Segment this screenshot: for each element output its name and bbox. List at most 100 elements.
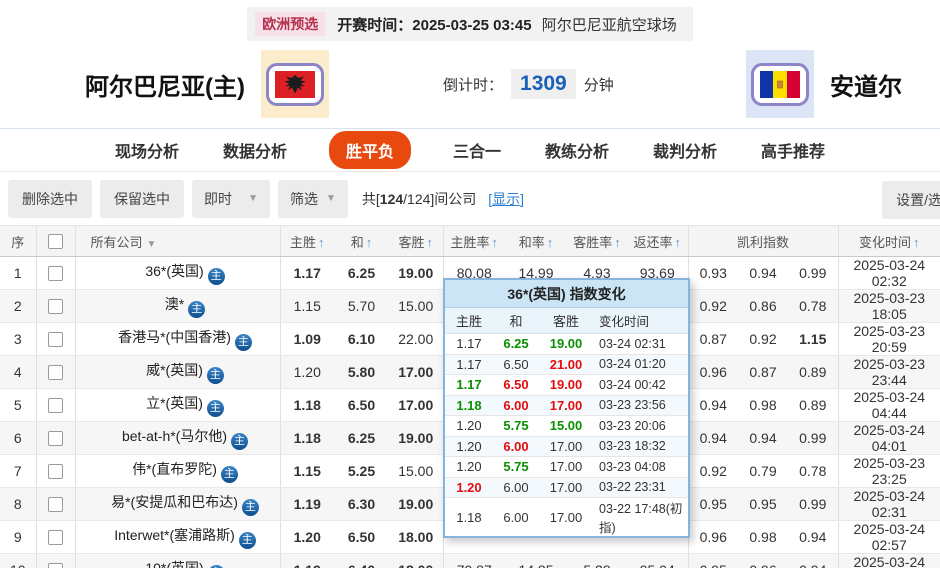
nav-tab[interactable]: 裁判分析: [651, 131, 719, 169]
col-change-time[interactable]: 变化时间↑: [838, 226, 940, 257]
odds-cell[interactable]: 5.80: [334, 356, 389, 389]
odds-cell[interactable]: 6.50: [334, 389, 389, 422]
odds-cell[interactable]: 1.15: [280, 290, 334, 323]
primary-company-icon: 主: [188, 301, 205, 318]
odds-cell[interactable]: 6.50: [334, 521, 389, 554]
change-time-cell: 2025-03-24 02:42: [838, 554, 940, 568]
settings-button[interactable]: 设置/选: [882, 181, 940, 219]
odds-cell[interactable]: 18.00: [389, 554, 443, 568]
odds-cell[interactable]: 17.00: [389, 389, 443, 422]
row-seq: 8: [0, 488, 36, 521]
odds-cell[interactable]: 6.30: [334, 488, 389, 521]
col-company[interactable]: 所有公司▼: [75, 226, 280, 257]
odds-cell[interactable]: 1.09: [280, 323, 334, 356]
company-name[interactable]: bet-at-h*(马尔他)主: [75, 422, 280, 455]
odds-cell[interactable]: 6.25: [334, 422, 389, 455]
nav-tab[interactable]: 教练分析: [543, 131, 611, 169]
company-name[interactable]: 立*(英国)主: [75, 389, 280, 422]
odds-cell[interactable]: 19.00: [389, 422, 443, 455]
odds-cell[interactable]: 1.19: [280, 488, 334, 521]
company-name[interactable]: 10*(英国)主: [75, 554, 280, 568]
kelly-cell: 0.78: [788, 290, 838, 323]
row-checkbox[interactable]: [48, 332, 63, 347]
odds-cell[interactable]: 1.19: [280, 554, 334, 568]
kelly-cell: 0.92: [688, 290, 738, 323]
row-checkbox[interactable]: [48, 398, 63, 413]
show-link[interactable]: [显示]: [488, 189, 524, 209]
venue-name: 阿尔巴尼亚航空球场: [542, 17, 677, 34]
col-away-odds[interactable]: 客胜↑: [389, 226, 443, 257]
row-checkbox[interactable]: [48, 431, 63, 446]
filter-dropdown[interactable]: 筛选 ▼: [278, 180, 348, 218]
company-name[interactable]: 香港马*(中国香港)主: [75, 323, 280, 356]
row-checkbox[interactable]: [48, 299, 63, 314]
row-select: [36, 521, 75, 554]
odds-cell[interactable]: 6.10: [334, 323, 389, 356]
company-name[interactable]: 澳*主: [75, 290, 280, 323]
company-name[interactable]: 威*(英国)主: [75, 356, 280, 389]
page: 欧洲预选 开赛时间：2025-03-25 03:45 阿尔巴尼亚航空球场 阿尔巴…: [0, 0, 940, 568]
row-checkbox[interactable]: [48, 464, 63, 479]
odds-cell[interactable]: 19.00: [389, 257, 443, 290]
match-info-strip: 欧洲预选 开赛时间：2025-03-25 03:45 阿尔巴尼亚航空球场: [247, 7, 692, 41]
col-home-odds[interactable]: 主胜↑: [280, 226, 334, 257]
company-name[interactable]: 36*(英国)主: [75, 257, 280, 290]
match-info-bar: 欧洲预选 开赛时间：2025-03-25 03:45 阿尔巴尼亚航空球场: [0, 0, 940, 40]
select-all-checkbox[interactable]: [48, 234, 63, 249]
odds-cell[interactable]: 1.15: [280, 455, 334, 488]
odds-cell[interactable]: 15.00: [389, 290, 443, 323]
sort-up-icon: ↑: [913, 235, 920, 250]
col-draw-rate[interactable]: 和率↑: [505, 226, 567, 257]
odds-cell[interactable]: 1.18: [280, 422, 334, 455]
keep-selected-button[interactable]: 保留选中: [100, 180, 184, 218]
company-name[interactable]: 伟*(直布罗陀)主: [75, 455, 280, 488]
nav-tabs: 现场分析 数据分析 胜平负 三合一 教练分析 裁判分析 高手推荐: [0, 128, 940, 172]
odds-cell[interactable]: 18.00: [389, 521, 443, 554]
company-name[interactable]: 易*(安提瓜和巴布达)主: [75, 488, 280, 521]
nav-tab[interactable]: 数据分析: [221, 131, 289, 169]
kelly-cell: 0.96: [738, 554, 788, 568]
nav-tab[interactable]: 胜平负: [329, 131, 411, 169]
col-away-rate[interactable]: 客胜率↑: [567, 226, 627, 257]
company-name[interactable]: Interwet*(塞浦路斯)主: [75, 521, 280, 554]
odds-cell[interactable]: 1.20: [280, 521, 334, 554]
league-badge[interactable]: 欧洲预选: [255, 12, 325, 36]
popup-draw-odds: 5.75: [493, 459, 539, 474]
odds-cell[interactable]: 17.00: [389, 356, 443, 389]
popup-home-odds: 1.18: [445, 398, 493, 413]
odds-cell[interactable]: 15.00: [389, 455, 443, 488]
popup-change-time: 03-23 23:56: [593, 398, 688, 412]
col-home-rate[interactable]: 主胜率↑: [443, 226, 505, 257]
odds-cell[interactable]: 5.25: [334, 455, 389, 488]
row-checkbox[interactable]: [48, 365, 63, 380]
chevron-down-icon: ▼: [326, 193, 336, 204]
popup-home-odds: 1.20: [445, 459, 493, 474]
delete-selected-button[interactable]: 删除选中: [8, 180, 92, 218]
nav-tab[interactable]: 现场分析: [113, 131, 181, 169]
odds-cell[interactable]: 1.18: [280, 389, 334, 422]
row-checkbox[interactable]: [48, 497, 63, 512]
col-draw-odds[interactable]: 和↑: [334, 226, 389, 257]
col-return-rate[interactable]: 返还率↑: [627, 226, 688, 257]
kelly-cell: 0.92: [688, 455, 738, 488]
time-filter-dropdown[interactable]: 即时 ▼: [192, 180, 270, 218]
nav-tab[interactable]: 高手推荐: [759, 131, 827, 169]
odds-cell[interactable]: 19.00: [389, 488, 443, 521]
row-checkbox[interactable]: [48, 563, 63, 568]
sort-up-icon: ↑: [547, 235, 554, 250]
nav-tab[interactable]: 三合一: [451, 131, 503, 169]
odds-cell[interactable]: 1.20: [280, 356, 334, 389]
kelly-cell: 1.15: [788, 323, 838, 356]
odds-cell[interactable]: 6.40: [334, 554, 389, 568]
popup-change-time: 03-22 17:48(初指): [593, 498, 688, 536]
row-checkbox[interactable]: [48, 530, 63, 545]
popup-row: 1.206.0017.0003-23 18:32: [445, 437, 688, 458]
kelly-cell: 0.94: [738, 422, 788, 455]
odds-cell[interactable]: 6.25: [334, 257, 389, 290]
odds-cell[interactable]: 1.17: [280, 257, 334, 290]
odds-cell[interactable]: 5.70: [334, 290, 389, 323]
row-checkbox[interactable]: [48, 266, 63, 281]
odds-cell[interactable]: 22.00: [389, 323, 443, 356]
countdown-unit: 分钟: [584, 74, 614, 95]
popup-away-odds: 19.00: [539, 377, 593, 392]
